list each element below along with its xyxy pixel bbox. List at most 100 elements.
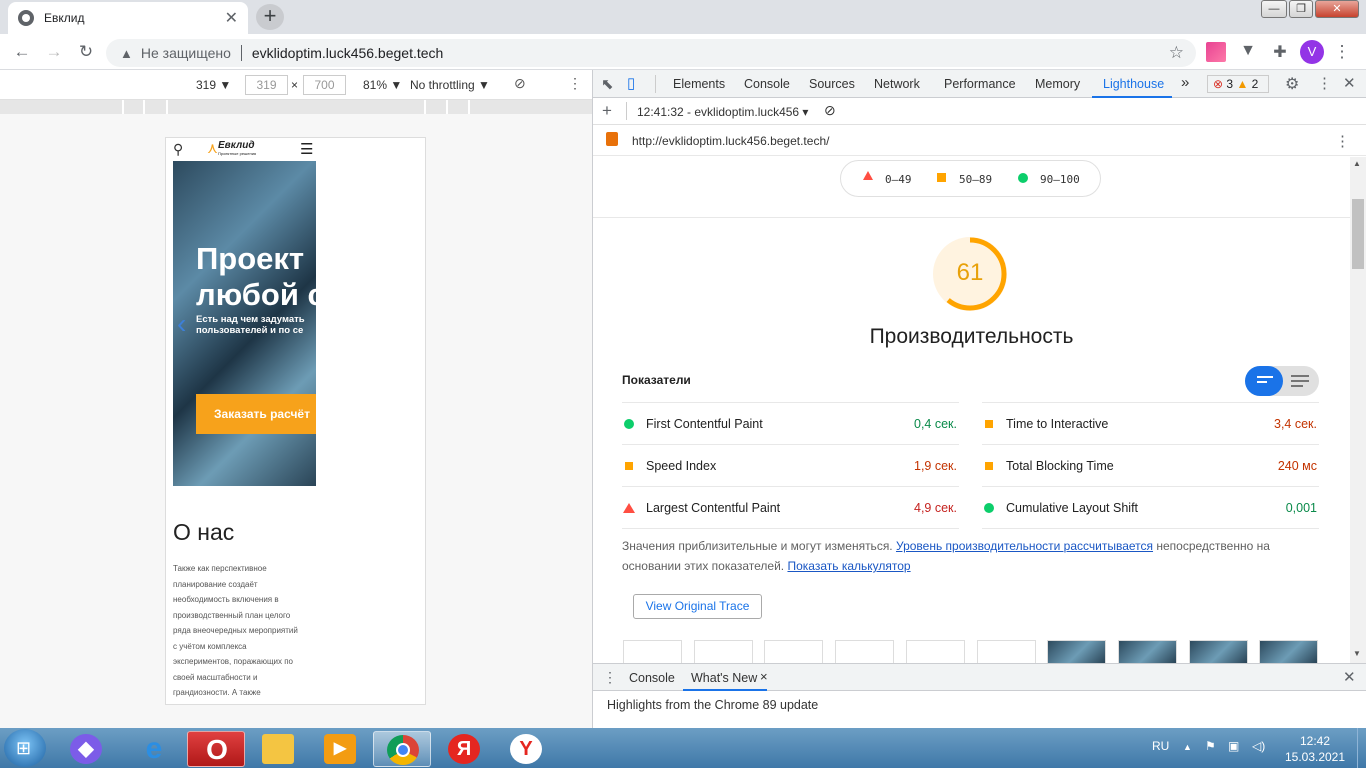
taskbar-chrome[interactable] <box>373 731 431 767</box>
score-legend: 0–49 50–89 90–100 <box>840 160 1101 197</box>
warning-icon: ▲ <box>1236 77 1249 91</box>
tab-network[interactable]: Network <box>874 77 920 91</box>
average-square-icon <box>937 173 946 182</box>
search-icon[interactable]: ⚲ <box>173 141 183 158</box>
tab-lighthouse[interactable]: Lighthouse <box>1103 77 1164 91</box>
back-icon[interactable]: ← <box>12 42 32 62</box>
close-drawer-icon[interactable]: ✕ <box>1343 668 1356 686</box>
metric-value: 240 мс <box>1277 459 1317 473</box>
report-menu-icon[interactable]: ⋮ <box>1335 132 1350 150</box>
avatar[interactable]: V <box>1300 40 1324 64</box>
media-player-icon: ▶ <box>324 734 356 764</box>
extension-icon[interactable] <box>1206 42 1226 62</box>
metric-value: 4,9 сек. <box>914 501 957 515</box>
forward-icon[interactable]: → <box>44 42 64 62</box>
performance-score: 61 <box>956 259 984 286</box>
rotate-icon[interactable]: ⊘ <box>514 75 526 92</box>
vue-extension-icon[interactable]: ▼ <box>1238 42 1258 62</box>
url-text[interactable]: evklidoptim.luck456.beget.tech <box>252 45 443 61</box>
metric-name: Speed Index <box>646 459 717 473</box>
more-options-icon[interactable]: ⋮ <box>568 75 582 92</box>
tab-sources[interactable]: Sources <box>809 77 855 91</box>
warning-icon[interactable]: ▲ <box>120 46 133 61</box>
width-input[interactable]: 319 <box>245 75 288 95</box>
order-button[interactable]: Заказать расчёт <box>196 394 316 434</box>
hero-sub-line-2: пользователей и по се <box>196 325 304 336</box>
close-tab-icon[interactable]: ✕ <box>225 8 238 28</box>
metrics-view-toggle[interactable] <box>1245 366 1319 396</box>
tab-elements[interactable]: Elements <box>673 77 725 91</box>
metric-value: 0,001 <box>1285 501 1317 515</box>
calculator-link[interactable]: Показать калькулятор <box>787 559 910 573</box>
device-width-select[interactable]: 319 ▼ <box>196 78 231 92</box>
maximize-button[interactable]: ❐ <box>1289 0 1313 18</box>
taskbar-alice[interactable]: ◆ <box>57 731 115 767</box>
more-tabs-icon[interactable]: » <box>1181 74 1189 91</box>
zoom-select[interactable]: 81% ▼ <box>363 78 402 92</box>
dimension-separator: × <box>291 78 299 92</box>
network-icon[interactable]: ▣ <box>1228 739 1239 753</box>
menu-icon[interactable]: ⋮ <box>1332 42 1352 62</box>
start-button[interactable]: ⊞ <box>4 729 46 767</box>
divider <box>982 528 1319 529</box>
close-tab-icon[interactable]: × <box>760 669 768 684</box>
hamburger-menu-icon[interactable]: ☰ <box>300 140 313 158</box>
action-center-icon[interactable]: ⚑ <box>1205 739 1216 753</box>
language-indicator[interactable]: RU <box>1152 739 1169 753</box>
system-clock[interactable]: 12:42 15.03.2021 <box>1280 733 1350 765</box>
show-desktop-button[interactable] <box>1357 728 1366 768</box>
security-label[interactable]: Не защищено <box>141 45 231 61</box>
metric-row: Speed Index 1,9 сек. <box>622 444 959 486</box>
inspect-icon[interactable]: ⬉ <box>601 75 614 93</box>
height-input[interactable]: 700 <box>303 75 346 95</box>
score-calculation-link[interactable]: Уровень производительности рассчитываетс… <box>896 539 1153 553</box>
taskbar-media-player[interactable]: ▶ <box>311 731 369 767</box>
pass-circle-icon <box>624 419 634 429</box>
tab-console[interactable]: Console <box>744 77 790 91</box>
taskbar-yandex-browser[interactable]: Y <box>497 731 555 767</box>
taskbar-yandex[interactable]: Я <box>435 731 493 767</box>
view-original-trace-button[interactable]: View Original Trace <box>633 594 762 619</box>
drawer-tab-console[interactable]: Console <box>629 671 675 685</box>
drawer-tab-whats-new[interactable]: What's New <box>691 671 757 685</box>
logo-text[interactable]: Евклид <box>218 140 255 151</box>
new-tab-button[interactable]: + <box>256 4 284 30</box>
taskbar-opera[interactable]: O <box>187 731 245 767</box>
issues-counter[interactable]: ⊗ 3 ▲ 2 <box>1207 75 1269 93</box>
taskbar-explorer[interactable] <box>249 731 307 767</box>
volume-icon[interactable]: ◁) <box>1252 739 1265 753</box>
devtools-menu-icon[interactable]: ⋮ <box>1317 74 1332 92</box>
settings-icon[interactable]: ⚙ <box>1285 74 1299 94</box>
tab-performance[interactable]: Performance <box>944 77 1016 91</box>
minimize-button[interactable]: — <box>1261 0 1287 18</box>
taskbar-ie[interactable]: e <box>125 731 183 767</box>
report-select[interactable]: 12:41:32 - evklidoptim.luck456 ▾ <box>637 105 808 119</box>
device-toggle-icon[interactable]: ▯ <box>627 74 635 92</box>
report-url[interactable]: http://evklidoptim.luck456.beget.tech/ <box>632 134 829 148</box>
close-devtools-icon[interactable]: ✕ <box>1343 74 1356 92</box>
bookmark-star-icon[interactable]: ☆ <box>1169 43 1184 63</box>
tray-expand-icon[interactable]: ▲ <box>1183 742 1192 752</box>
clear-icon[interactable]: ⊘ <box>824 102 836 119</box>
puzzle-icon[interactable]: ✚ <box>1270 42 1290 62</box>
browser-tab[interactable]: Евклид ✕ <box>8 2 248 34</box>
category-title: Производительность <box>869 325 1074 348</box>
drawer-menu-icon[interactable]: ⋮ <box>603 669 617 686</box>
add-report-icon[interactable]: + <box>602 101 612 121</box>
expanded-view-icon[interactable] <box>1291 375 1309 377</box>
warning-count: 2 <box>1251 77 1259 91</box>
media-query-bar[interactable] <box>0 100 592 114</box>
note-text: Значения приблизительные и могут изменят… <box>622 539 896 553</box>
alice-icon: ◆ <box>70 734 102 764</box>
lighthouse-report: 0–49 50–89 90–100 61 Производительность … <box>593 157 1350 663</box>
report-scrollbar[interactable]: ▲ ▼ <box>1350 157 1366 663</box>
performance-gauge[interactable]: 61 <box>933 237 1007 311</box>
throttling-select[interactable]: No throttling ▼ <box>410 78 490 92</box>
address-bar[interactable]: ▲ Не защищено evklidoptim.luck456.beget.… <box>106 39 1196 67</box>
folder-icon <box>262 734 294 764</box>
slider-prev-icon[interactable]: ‹ <box>177 308 186 340</box>
compact-view-button[interactable] <box>1245 366 1283 396</box>
tab-memory[interactable]: Memory <box>1035 77 1080 91</box>
reload-icon[interactable]: ↻ <box>76 42 96 62</box>
close-window-button[interactable]: ✕ <box>1315 0 1359 18</box>
